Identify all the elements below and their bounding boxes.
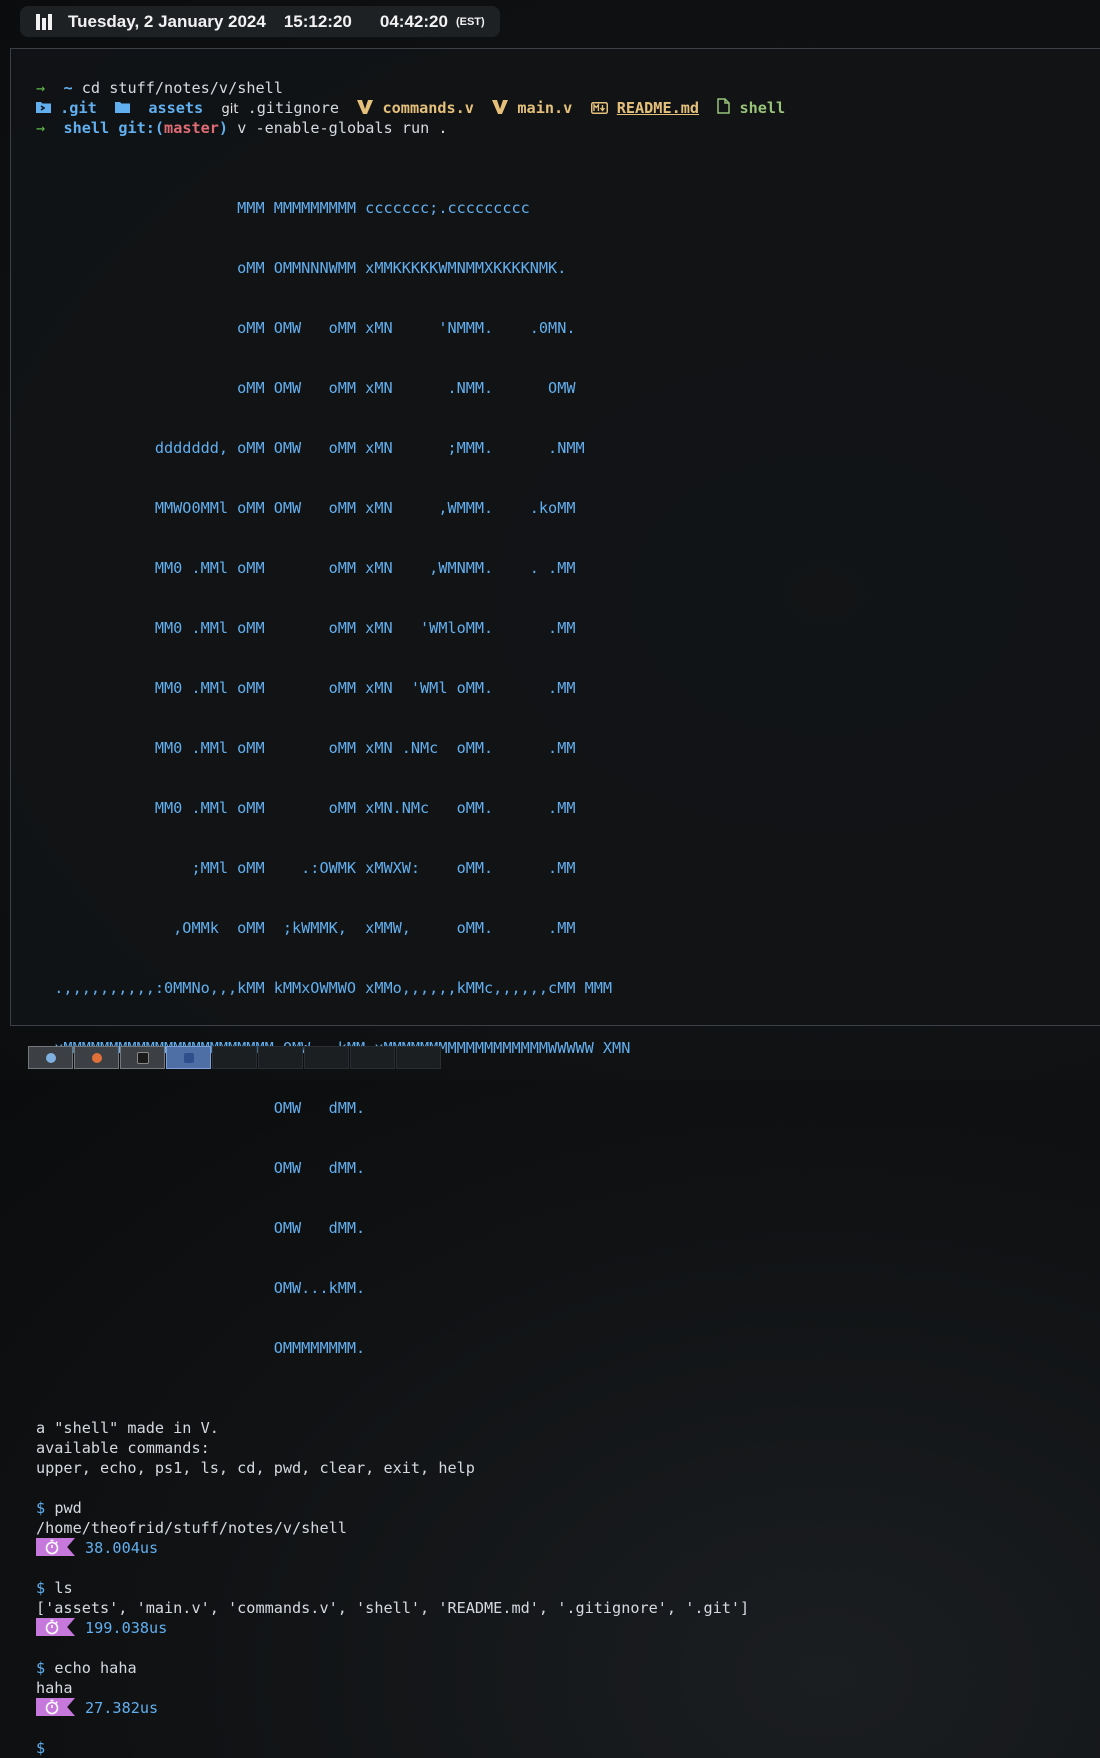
ascii-line: MM0 .MMl oMM oMM xMN 'WMl oMM. .MM xyxy=(36,679,576,697)
workspace-5[interactable] xyxy=(212,1046,257,1069)
ls-listing: .git assets git .gitignore commands.v ma… xyxy=(36,98,785,118)
workspace-6[interactable] xyxy=(258,1046,303,1069)
timezone-label: (EST) xyxy=(455,15,485,28)
ascii-art-logo: MMM MMMMMMMMM ccccccc;.ccccccccc oMM OMM… xyxy=(36,158,785,1398)
terminal-output: → ~ cd stuff/notes/v/shell .git assets g… xyxy=(36,78,785,1758)
workspace-2[interactable] xyxy=(74,1046,119,1069)
command-text: cd stuff/notes/v/shell xyxy=(81,79,283,97)
timing-line: 199.038us xyxy=(36,1618,785,1638)
ascii-line: oMM OMMNNNWMM xMMKKKKKWMNMMXKKKKNMK. xyxy=(36,259,567,277)
ascii-line: MMM MMMMMMMMM ccccccc;.ccccccccc xyxy=(36,199,530,217)
status-bar: Tuesday, 2 January 2024 15:12:20 04:42:2… xyxy=(20,6,500,37)
file-item: shell xyxy=(739,99,786,117)
prompt-dir: ~ xyxy=(63,79,73,97)
shell-prompt: $ xyxy=(36,1739,46,1757)
workspace-9[interactable] xyxy=(396,1046,441,1069)
firefox-icon xyxy=(91,1052,102,1063)
ascii-line: OMMMMMMMM. xyxy=(36,1339,366,1357)
ascii-line: oMM OMW oMM xMN 'NMMM. .0MN. xyxy=(36,319,576,337)
v-lang-icon xyxy=(492,99,509,119)
file-item: main.v xyxy=(517,99,573,117)
intro-line: a "shell" made in V. xyxy=(36,1419,219,1437)
command-output: haha xyxy=(36,1679,73,1697)
git-label-close: ) xyxy=(218,119,229,137)
command-text: echo haha xyxy=(54,1659,137,1677)
git-label: git:( xyxy=(118,119,165,137)
file-item: .gitignore xyxy=(247,99,340,117)
ascii-line: MM0 .MMl oMM oMM xMN ,WMNMM. . .MM xyxy=(36,559,576,577)
timing-line: 27.382us xyxy=(36,1698,785,1718)
shell-prompt: $ xyxy=(36,1499,46,1517)
ascii-line: ,OMMk oMM ;kWMMK, xMMW, oMM. .MM xyxy=(36,919,576,937)
workspace-switcher xyxy=(28,1046,441,1069)
prompt-arrow: → xyxy=(36,79,46,97)
ascii-line: oMM OMW oMM xMN .NMM. OMW xyxy=(36,379,576,397)
shell-command-line: $ pwd xyxy=(36,1498,785,1518)
ascii-line: ddddddd, oMM OMW oMM xMN ;MMM. .NMM xyxy=(36,439,585,457)
workspace-8[interactable] xyxy=(350,1046,395,1069)
git-branch: master xyxy=(164,119,219,137)
shell-prompt: $ xyxy=(36,1579,46,1597)
ascii-line: MM0 .MMl oMM oMM xMN.NMc oMM. .MM xyxy=(36,799,576,817)
workspace-1[interactable] xyxy=(28,1046,73,1069)
file-item: assets xyxy=(148,99,204,117)
command-text: pwd xyxy=(54,1499,82,1517)
ascii-line: .,,,,,,,,,,:0MMNo,,,kMM kMMxOWMWO xMMo,,… xyxy=(36,979,613,997)
active-prompt-line[interactable]: $ xyxy=(36,1738,785,1758)
terminal-window[interactable]: → ~ cd stuff/notes/v/shell .git assets g… xyxy=(10,48,1100,1757)
timing-value: 199.038us xyxy=(85,1619,168,1637)
prompt-arrow: → xyxy=(36,119,46,137)
markdown-icon xyxy=(590,99,608,119)
prompt-dir: shell xyxy=(63,119,110,137)
shell-prompt: $ xyxy=(36,1659,46,1677)
file-icon xyxy=(717,98,731,119)
git-folder-icon xyxy=(36,99,51,119)
snowflake-icon xyxy=(45,1052,56,1063)
folder-icon xyxy=(115,99,131,119)
ascii-line: OMW...kMM. xyxy=(36,1279,366,1297)
file-item: README.md xyxy=(616,99,700,117)
command-output: ['assets', 'main.v', 'commands.v', 'shel… xyxy=(36,1599,750,1617)
ascii-line: MMWO0MMl oMM OMW oMM xMN ,WMMM. .koMM xyxy=(36,499,576,517)
command-text: ls xyxy=(54,1579,73,1597)
workspace-7[interactable] xyxy=(304,1046,349,1069)
intro-line: upper, echo, ps1, ls, cd, pwd, clear, ex… xyxy=(36,1459,475,1477)
terminal-icon xyxy=(136,1051,149,1064)
ascii-line: OMW dMM. xyxy=(36,1159,366,1177)
secondary-time: 04:42:20 xyxy=(379,11,448,31)
stopwatch-icon xyxy=(36,1538,75,1556)
timing-value: 38.004us xyxy=(85,1539,159,1557)
git-icon: git xyxy=(221,102,239,117)
ascii-line: OMW dMM. xyxy=(36,1099,366,1117)
date-label: Tuesday, 2 January 2024 xyxy=(68,11,266,31)
command-text: v -enable-globals run . xyxy=(237,119,448,137)
ascii-line: ;MMl oMM .:OWMK xMWXW: oMM. .MM xyxy=(36,859,576,877)
ascii-line: MM0 .MMl oMM oMM xMN 'WMloMM. .MM xyxy=(36,619,576,637)
shell-command-line: $ echo haha xyxy=(36,1658,785,1678)
shell-command-line: $ ls xyxy=(36,1578,785,1598)
stopwatch-icon xyxy=(36,1618,75,1636)
terminal-line-run: → shell git:(master) v -enable-globals r… xyxy=(36,118,785,138)
intro-line: available commands: xyxy=(36,1439,210,1457)
ascii-line: MM0 .MMl oMM oMM xMN .NMc oMM. .MM xyxy=(36,739,576,757)
workspace-3[interactable] xyxy=(120,1046,165,1069)
file-item: commands.v xyxy=(382,99,474,117)
v-lang-icon xyxy=(357,99,374,119)
distro-logo-icon[interactable] xyxy=(36,13,52,30)
ascii-line: OMW dMM. xyxy=(36,1219,366,1237)
local-time: 15:12:20 xyxy=(283,11,352,31)
terminal-line-cd: → ~ cd stuff/notes/v/shell xyxy=(36,78,785,98)
workspace-4[interactable] xyxy=(166,1046,211,1069)
app-icon xyxy=(183,1052,194,1063)
file-item: .git xyxy=(60,99,97,117)
timing-value: 27.382us xyxy=(85,1699,159,1717)
stopwatch-icon xyxy=(36,1698,75,1716)
timing-line: 38.004us xyxy=(36,1538,785,1558)
command-output: /home/theofrid/stuff/notes/v/shell xyxy=(36,1519,347,1537)
